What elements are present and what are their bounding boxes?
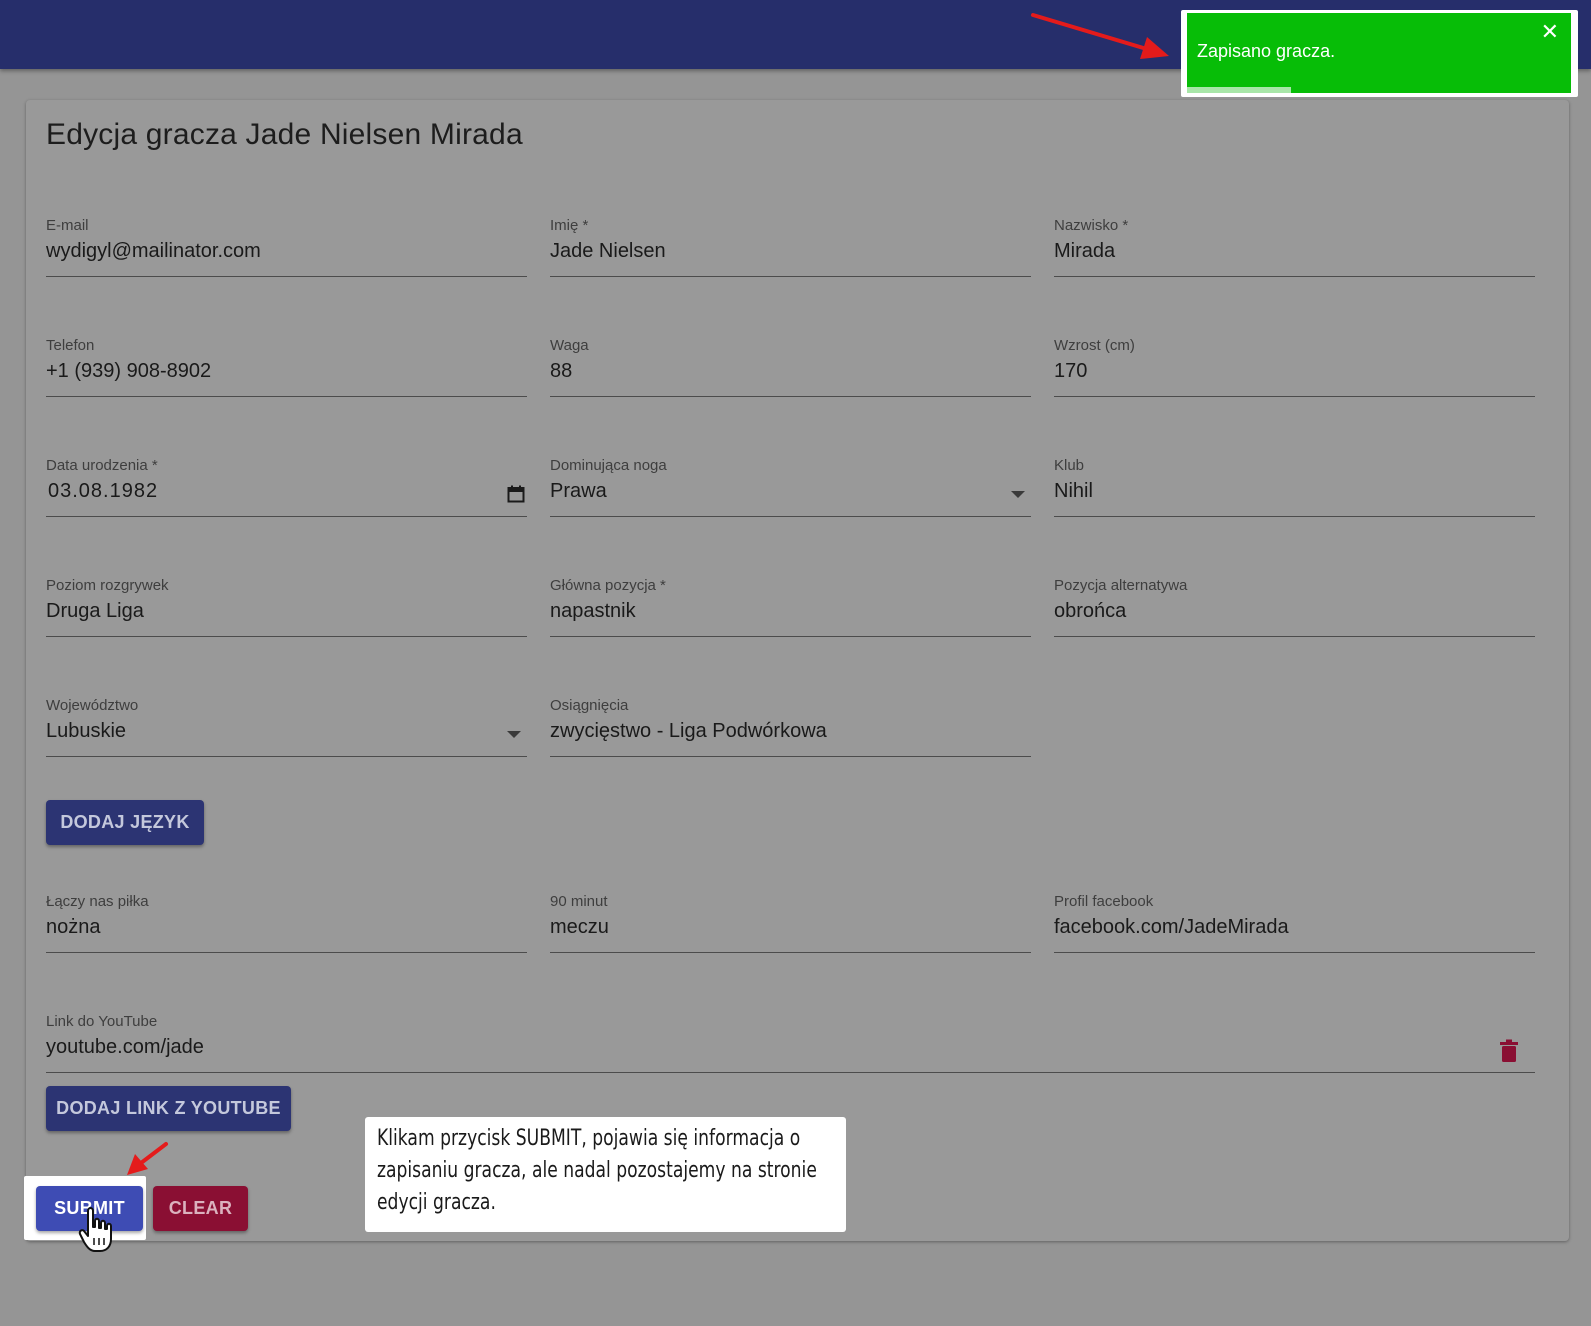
email-value[interactable]: wydigyl@mailinator.com [46, 240, 527, 263]
dominant-foot-select[interactable]: Dominująca noga Prawa [550, 457, 1031, 517]
add-language-button[interactable]: DODAJ JĘZYK [46, 800, 204, 845]
weight-value[interactable]: 88 [550, 360, 1031, 383]
main-position-field[interactable]: Główna pozycja * napastnik [550, 577, 1031, 637]
phone-label: Telefon [46, 337, 95, 354]
last-name-label: Nazwisko * [1054, 217, 1129, 234]
achievements-underline [550, 756, 1031, 757]
laczy-nas-pilka-field[interactable]: Łączy nas piłka nożna [46, 893, 527, 953]
phone-field[interactable]: Telefon +1 (939) 908-8902 [46, 337, 527, 397]
close-icon[interactable]: ✕ [1541, 21, 1559, 43]
birth-date-value[interactable]: 03.08.1982 [48, 480, 527, 503]
page-title: Edycja gracza Jade Nielsen Mirada [46, 118, 523, 151]
first-name-value[interactable]: Jade Nielsen [550, 240, 1031, 263]
first-name-label: Imię * [550, 217, 589, 234]
submit-highlight-frame: SUBMIT [24, 1176, 146, 1240]
ninety-minutes-field[interactable]: 90 minut meczu [550, 893, 1031, 953]
height-label: Wzrost (cm) [1054, 337, 1135, 354]
alt-position-label: Pozycja alternatywa [1054, 577, 1188, 594]
league-level-underline [46, 636, 527, 637]
toast-progress-bar [1187, 87, 1291, 93]
dominant-foot-value[interactable]: Prawa [550, 480, 1031, 503]
toast-body: Zapisano gracza. ✕ [1187, 13, 1571, 93]
youtube-value[interactable]: youtube.com/jade [46, 1036, 1535, 1059]
toast-message: Zapisano gracza. [1197, 41, 1336, 61]
laczy-nas-pilka-label: Łączy nas piłka [46, 893, 149, 910]
ninety-minutes-underline [550, 952, 1031, 953]
club-label: Klub [1054, 457, 1085, 474]
height-underline [1054, 396, 1535, 397]
facebook-underline [1054, 952, 1535, 953]
annotation-text: Klikam przycisk SUBMIT, pojawia się info… [377, 1126, 817, 1215]
first-name-underline [550, 276, 1031, 277]
dominant-foot-underline [550, 516, 1031, 517]
dropdown-arrow-icon[interactable] [507, 731, 521, 738]
alt-position-field[interactable]: Pozycja alternatywa obrońca [1054, 577, 1535, 637]
annotation-callout: Klikam przycisk SUBMIT, pojawia się info… [365, 1117, 846, 1232]
toast-notification: Zapisano gracza. ✕ [1181, 10, 1578, 97]
main-position-value[interactable]: napastnik [550, 600, 1031, 623]
phone-value[interactable]: +1 (939) 908-8902 [46, 360, 527, 383]
clear-button[interactable]: CLEAR [153, 1186, 248, 1231]
last-name-underline [1054, 276, 1535, 277]
youtube-link-field[interactable]: Link do YouTube youtube.com/jade [46, 1013, 1535, 1073]
add-youtube-link-button[interactable]: DODAJ LINK Z YOUTUBE [46, 1086, 291, 1131]
weight-label: Waga [550, 337, 589, 354]
achievements-value[interactable]: zwycięstwo - Liga Podwórkowa [550, 720, 1031, 743]
dropdown-arrow-icon[interactable] [1011, 491, 1025, 498]
email-label: E-mail [46, 217, 89, 234]
league-level-label: Poziom rozgrywek [46, 577, 169, 594]
league-level-value[interactable]: Druga Liga [46, 600, 527, 623]
phone-underline [46, 396, 527, 397]
birth-date-label: Data urodzenia * [46, 457, 158, 474]
first-name-field[interactable]: Imię * Jade Nielsen [550, 217, 1031, 277]
facebook-field[interactable]: Profil facebook facebook.com/JadeMirada [1054, 893, 1535, 953]
youtube-underline [46, 1072, 1535, 1073]
club-underline [1054, 516, 1535, 517]
player-edit-card: Edycja gracza Jade Nielsen Mirada E-mail… [26, 100, 1569, 1241]
voivodeship-underline [46, 756, 527, 757]
birth-date-field[interactable]: Data urodzenia * 03.08.1982 [46, 457, 527, 517]
club-value[interactable]: Nihil [1054, 480, 1535, 503]
weight-field[interactable]: Waga 88 [550, 337, 1031, 397]
voivodeship-select[interactable]: Województwo Lubuskie [46, 697, 527, 757]
voivodeship-label: Województwo [46, 697, 139, 714]
last-name-field[interactable]: Nazwisko * Mirada [1054, 217, 1535, 277]
dominant-foot-label: Dominująca noga [550, 457, 667, 474]
facebook-label: Profil facebook [1054, 893, 1154, 910]
alt-position-value[interactable]: obrońca [1054, 600, 1535, 623]
submit-button[interactable]: SUBMIT [36, 1186, 143, 1231]
achievements-label: Osiągnięcia [550, 697, 629, 714]
facebook-value[interactable]: facebook.com/JadeMirada [1054, 916, 1535, 939]
weight-underline [550, 396, 1031, 397]
main-position-label: Główna pozycja * [550, 577, 666, 594]
height-field[interactable]: Wzrost (cm) 170 [1054, 337, 1535, 397]
email-underline [46, 276, 527, 277]
achievements-field[interactable]: Osiągnięcia zwycięstwo - Liga Podwórkowa [550, 697, 1031, 757]
laczy-nas-pilka-underline [46, 952, 527, 953]
club-field[interactable]: Klub Nihil [1054, 457, 1535, 517]
calendar-icon[interactable] [507, 485, 525, 503]
last-name-value[interactable]: Mirada [1054, 240, 1535, 263]
alt-position-underline [1054, 636, 1535, 637]
email-field[interactable]: E-mail wydigyl@mailinator.com [46, 217, 527, 277]
height-value[interactable]: 170 [1054, 360, 1535, 383]
trash-icon[interactable] [1499, 1039, 1519, 1063]
youtube-label: Link do YouTube [46, 1013, 158, 1030]
voivodeship-value[interactable]: Lubuskie [46, 720, 527, 743]
birth-date-underline [46, 516, 527, 517]
league-level-field[interactable]: Poziom rozgrywek Druga Liga [46, 577, 527, 637]
main-position-underline [550, 636, 1031, 637]
laczy-nas-pilka-value[interactable]: nożna [46, 916, 527, 939]
ninety-minutes-value[interactable]: meczu [550, 916, 1031, 939]
ninety-minutes-label: 90 minut [550, 893, 608, 910]
